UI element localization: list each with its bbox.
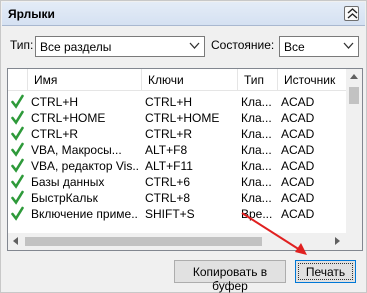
panel-title: Ярлыки [8, 7, 55, 21]
row-source: ACAD [281, 143, 315, 157]
status-select[interactable]: Все [279, 36, 359, 57]
column-header-icon[interactable] [8, 69, 28, 91]
row-type: Кла... [241, 159, 272, 173]
panel-titlebar: Ярлыки [2, 2, 365, 26]
row-type: Кла... [241, 95, 272, 109]
checkmark-icon [11, 158, 24, 173]
row-source: ACAD [281, 191, 315, 205]
row-keys: SHIFT+S [145, 207, 195, 221]
copy-to-clipboard-button[interactable]: Копировать в буфер [174, 260, 286, 293]
table-row[interactable]: VBA, Макросы... ALT+F8 Кла... ACAD [8, 142, 348, 158]
row-source: ACAD [281, 127, 315, 141]
horizontal-scroll-thumb[interactable] [25, 237, 262, 246]
row-source: ACAD [281, 175, 315, 189]
status-label: Состояние: [211, 38, 275, 52]
vertical-scrollbar[interactable] [346, 69, 362, 233]
row-source: ACAD [281, 95, 315, 109]
type-select-value: Все разделы [40, 40, 112, 54]
row-keys: CTRL+R [145, 127, 193, 141]
row-source: ACAD [281, 111, 315, 125]
scroll-up-icon[interactable] [350, 74, 358, 79]
checkmark-icon [11, 126, 24, 141]
table-row[interactable]: VBA, редактор Vis... ALT+F11 Кла... ACAD [8, 158, 348, 174]
chevron-down-icon [189, 42, 200, 49]
row-type: Кла... [241, 191, 272, 205]
vertical-scroll-thumb[interactable] [349, 87, 359, 104]
table-row[interactable]: CTRL+HOME CTRL+HOME Кла... ACAD [8, 110, 348, 126]
column-header-name[interactable]: Имя [28, 69, 142, 91]
table-row[interactable]: CTRL+H CTRL+H Кла... ACAD [8, 94, 348, 110]
checkmark-icon [11, 190, 24, 205]
checkmark-icon [11, 94, 24, 109]
row-keys: CTRL+6 [145, 175, 191, 189]
type-label: Тип: [10, 38, 34, 52]
checkmark-icon [11, 110, 24, 125]
horizontal-scrollbar[interactable] [8, 233, 362, 250]
table-row[interactable]: Включение приме... SHIFT+S Вре... ACAD [8, 206, 348, 222]
status-select-value: Все [284, 40, 305, 54]
row-name: CTRL+R [31, 127, 79, 141]
row-name: CTRL+H [31, 95, 79, 109]
row-source: ACAD [281, 159, 315, 173]
row-name: Базы данных [31, 175, 105, 189]
row-keys: ALT+F11 [145, 159, 193, 173]
table-row[interactable]: CTRL+R CTRL+R Кла... ACAD [8, 126, 348, 142]
checkmark-icon [11, 174, 24, 189]
checkmark-icon [11, 206, 24, 221]
type-select[interactable]: Все разделы [35, 36, 205, 57]
table-row[interactable]: БыстрКальк CTRL+8 Кла... ACAD [8, 190, 348, 206]
chevron-down-icon [343, 42, 354, 49]
scroll-left-icon[interactable] [13, 237, 18, 245]
row-type: Кла... [241, 127, 272, 141]
checkmark-icon [11, 142, 24, 157]
row-source: ACAD [281, 207, 315, 221]
row-name: CTRL+HOME [31, 111, 106, 125]
row-name: VBA, редактор Vis... [31, 159, 139, 173]
row-type: Кла... [241, 111, 272, 125]
list-header: Имя Ключи Тип Источник [8, 69, 348, 91]
double-chevron-up-icon [347, 8, 358, 19]
print-button[interactable]: Печать [295, 260, 356, 283]
table-row[interactable]: Базы данных CTRL+6 Кла... ACAD [8, 174, 348, 190]
column-header-type[interactable]: Тип [238, 69, 278, 91]
row-keys: CTRL+H [145, 95, 193, 109]
row-keys: CTRL+8 [145, 191, 191, 205]
row-type: Вре... [241, 207, 273, 221]
scroll-right-icon[interactable] [335, 237, 340, 245]
row-name: БыстрКальк [31, 191, 98, 205]
column-header-source[interactable]: Источник [278, 69, 348, 91]
column-header-keys[interactable]: Ключи [142, 69, 238, 91]
row-type: Кла... [241, 175, 272, 189]
shortcuts-list[interactable]: Имя Ключи Тип Источник CTRL+H CTRL+H Кла… [7, 68, 363, 251]
shortcuts-panel: Ярлыки Тип: Все разделы Состояние: Все И… [0, 0, 367, 293]
row-name: Включение приме... [31, 207, 139, 221]
collapse-button[interactable] [344, 6, 359, 21]
row-keys: ALT+F8 [145, 143, 188, 157]
row-name: VBA, Макросы... [31, 143, 122, 157]
row-type: Кла... [241, 143, 272, 157]
row-keys: CTRL+HOME [145, 111, 220, 125]
